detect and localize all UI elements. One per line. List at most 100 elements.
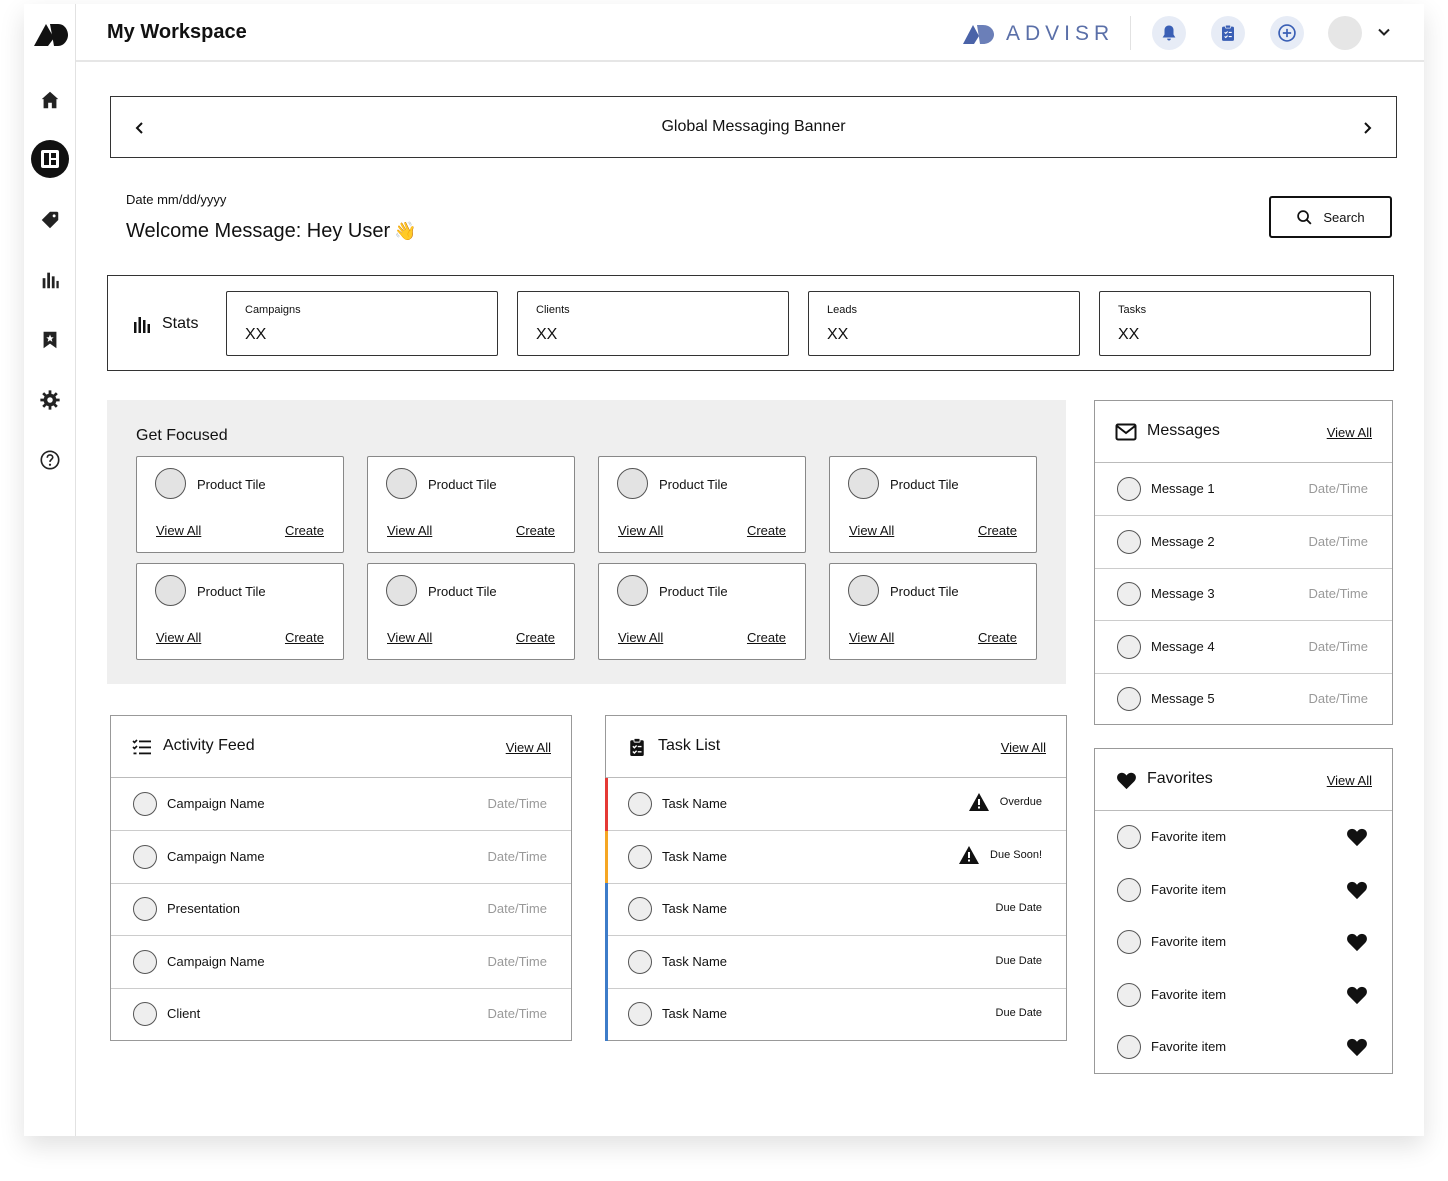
nav-home[interactable] xyxy=(32,82,68,118)
create-link[interactable]: Create xyxy=(747,523,786,538)
banner-next-button[interactable] xyxy=(1356,117,1378,139)
task-row[interactable]: Task Name Due Date xyxy=(604,988,1066,1041)
product-tile[interactable]: Product Tile View All Create xyxy=(598,563,806,660)
stat-card-clients[interactable]: Clients XX xyxy=(517,291,789,356)
product-tile[interactable]: Product Tile View All Create xyxy=(367,456,575,553)
brand-name: ADVISR xyxy=(1006,22,1115,45)
view-all-link[interactable]: View All xyxy=(849,523,894,538)
activity-row[interactable]: Campaign Name Date/Time xyxy=(111,778,571,831)
app-window: My Workspace ADVISR Global Messaging Ban… xyxy=(24,4,1424,1136)
user-avatar[interactable] xyxy=(1328,16,1362,50)
product-tile[interactable]: Product Tile View All Create xyxy=(136,563,344,660)
view-all-link[interactable]: View All xyxy=(849,630,894,645)
notifications-button[interactable] xyxy=(1152,16,1186,50)
favorite-row[interactable]: Favorite item xyxy=(1095,811,1392,864)
message-row[interactable]: Message 2 Date/Time xyxy=(1095,516,1392,569)
get-focused-section: Get Focused Product Tile View All Create… xyxy=(107,400,1066,684)
task-checkbox[interactable] xyxy=(628,844,652,869)
create-link[interactable]: Create xyxy=(747,630,786,645)
activity-avatar xyxy=(133,1002,157,1026)
activity-feed-panel: Activity Feed View All Campaign Name Dat… xyxy=(110,715,572,1041)
view-all-link[interactable]: View All xyxy=(156,630,201,645)
view-all-link[interactable]: View All xyxy=(1327,425,1372,440)
create-link[interactable]: Create xyxy=(516,630,555,645)
task-status: Due Soon! xyxy=(958,845,1042,865)
nav-help[interactable] xyxy=(32,442,68,478)
activity-date: Date/Time xyxy=(487,796,547,811)
view-all-link[interactable]: View All xyxy=(618,523,663,538)
product-tile-icon xyxy=(386,468,417,499)
task-row[interactable]: Task Name Due Soon! xyxy=(604,830,1066,884)
task-checkbox[interactable] xyxy=(628,897,652,921)
product-tile[interactable]: Product Tile View All Create xyxy=(136,456,344,553)
activity-row[interactable]: Client Date/Time xyxy=(111,988,571,1041)
stat-card-leads[interactable]: Leads XX xyxy=(808,291,1080,356)
product-tile[interactable]: Product Tile View All Create xyxy=(829,456,1037,553)
favorite-row[interactable]: Favorite item xyxy=(1095,916,1392,969)
view-all-link[interactable]: View All xyxy=(506,740,551,755)
create-button[interactable] xyxy=(1270,16,1304,50)
nav-settings[interactable] xyxy=(32,382,68,418)
favorite-avatar xyxy=(1117,1035,1141,1059)
view-all-link[interactable]: View All xyxy=(387,630,432,645)
nav-dashboard[interactable] xyxy=(31,140,69,178)
message-row[interactable]: Message 5 Date/Time xyxy=(1095,673,1392,726)
product-tile[interactable]: Product Tile View All Create xyxy=(829,563,1037,660)
message-name: Message 1 xyxy=(1151,481,1215,496)
product-tile[interactable]: Product Tile View All Create xyxy=(598,456,806,553)
tasks-button[interactable] xyxy=(1211,16,1245,50)
task-name: Task Name xyxy=(662,901,728,916)
favorite-name: Favorite item xyxy=(1151,829,1227,844)
heart-icon[interactable] xyxy=(1346,1037,1368,1057)
heart-icon[interactable] xyxy=(1346,932,1368,952)
task-row[interactable]: Task Name Due Date xyxy=(604,883,1066,936)
product-tile-icon xyxy=(848,575,879,606)
favorite-avatar xyxy=(1117,982,1141,1007)
app-logo xyxy=(34,24,68,46)
activity-row[interactable]: Campaign Name Date/Time xyxy=(111,831,571,884)
task-row[interactable]: Task Name Overdue xyxy=(604,778,1066,831)
view-all-link[interactable]: View All xyxy=(1327,773,1372,788)
favorite-name: Favorite item xyxy=(1151,881,1227,897)
create-link[interactable]: Create xyxy=(978,523,1017,538)
message-row[interactable]: Message 4 Date/Time xyxy=(1095,621,1392,674)
chevron-down-icon[interactable] xyxy=(1376,24,1392,40)
favorite-row[interactable]: Favorite item xyxy=(1095,1021,1392,1074)
create-link[interactable]: Create xyxy=(285,523,324,538)
task-checkbox[interactable] xyxy=(628,792,652,816)
nav-tags[interactable] xyxy=(32,202,68,238)
task-row[interactable]: Task Name Due Date xyxy=(604,935,1066,989)
favorite-name: Favorite item xyxy=(1151,934,1227,949)
heart-icon[interactable] xyxy=(1346,985,1368,1005)
favorite-row[interactable]: Favorite item xyxy=(1095,969,1392,1022)
activity-row[interactable]: Campaign Name Date/Time xyxy=(111,936,571,989)
activity-row[interactable]: Presentation Date/Time xyxy=(111,883,571,936)
create-link[interactable]: Create xyxy=(978,630,1017,645)
message-row[interactable]: Message 1 Date/Time xyxy=(1095,463,1392,516)
banner-prev-button[interactable] xyxy=(129,117,151,139)
task-checkbox[interactable] xyxy=(628,949,652,974)
create-link[interactable]: Create xyxy=(516,523,555,538)
search-button[interactable]: Search xyxy=(1269,196,1392,238)
heart-icon[interactable] xyxy=(1346,880,1368,900)
activity-avatar xyxy=(133,949,157,974)
stats-header: Stats xyxy=(132,314,198,334)
message-avatar xyxy=(1117,529,1141,554)
stat-card-campaigns[interactable]: Campaigns XX xyxy=(226,291,498,356)
product-tile[interactable]: Product Tile View All Create xyxy=(367,563,575,660)
view-all-link[interactable]: View All xyxy=(1001,740,1046,755)
clipboard-icon xyxy=(626,736,648,758)
view-all-link[interactable]: View All xyxy=(618,630,663,645)
message-row[interactable]: Message 3 Date/Time xyxy=(1095,568,1392,621)
heart-icon[interactable] xyxy=(1346,827,1368,847)
nav-reports[interactable] xyxy=(32,262,68,298)
view-all-link[interactable]: View All xyxy=(387,523,432,538)
favorite-row[interactable]: Favorite item xyxy=(1095,864,1392,917)
create-link[interactable]: Create xyxy=(285,630,324,645)
nav-saved[interactable] xyxy=(32,322,68,358)
stat-card-tasks[interactable]: Tasks XX xyxy=(1099,291,1371,356)
product-tile-icon xyxy=(617,468,648,499)
message-date: Date/Time xyxy=(1308,586,1368,601)
task-checkbox[interactable] xyxy=(628,1002,652,1026)
view-all-link[interactable]: View All xyxy=(156,523,201,538)
